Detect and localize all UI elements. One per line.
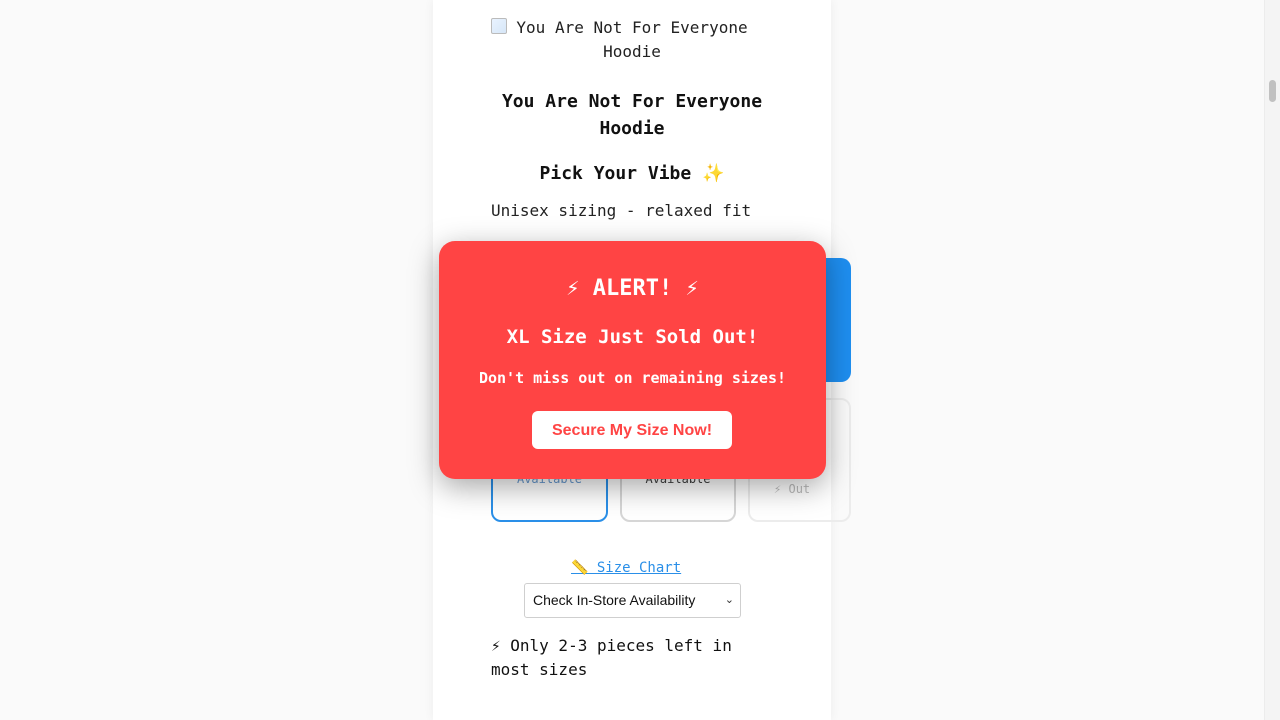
vertical-scrollbar[interactable] <box>1264 0 1280 720</box>
size-status-text: Out <box>788 482 811 496</box>
store-availability-select[interactable]: Check In-Store Availability ⌄ <box>524 583 741 618</box>
low-stock-note: ⚡ Only 2-3 pieces left in most sizes <box>491 636 732 679</box>
alert-subtext: Don't miss out on remaining sizes! <box>478 369 787 387</box>
lightning-icon: ⚡ <box>774 482 782 496</box>
chevron-down-icon: ⌄ <box>724 594 734 606</box>
secure-size-button[interactable]: Secure My Size Now! <box>532 411 732 449</box>
size-status-label: ⚡ Out <box>774 482 849 496</box>
size-option-selected[interactable] <box>823 258 851 382</box>
broken-image-icon <box>491 18 507 34</box>
product-image-alt-text: You Are Not For Everyone Hoodie <box>516 18 748 61</box>
sizing-note: Unisex sizing - relaxed fit <box>491 201 752 220</box>
alert-headline: XL Size Just Sold Out! <box>506 326 759 348</box>
page-viewport: You Are Not For Everyone Hoodie You Are … <box>0 0 1280 720</box>
store-select-value: Check In-Store Availability <box>533 592 696 608</box>
pick-vibe-heading: Pick Your Vibe ✨ <box>539 163 725 184</box>
size-chart-link[interactable]: 📏 Size Chart <box>571 560 681 576</box>
sold-out-alert-popup: ⚡ ALERT! ⚡ XL Size Just Sold Out! Don't … <box>439 241 826 479</box>
alert-title: ⚡ ALERT! ⚡ <box>566 276 699 301</box>
scrollbar-thumb[interactable] <box>1269 80 1276 102</box>
product-image: You Are Not For Everyone Hoodie <box>491 16 773 68</box>
product-title: You Are Not For Everyone Hoodie <box>501 91 763 139</box>
